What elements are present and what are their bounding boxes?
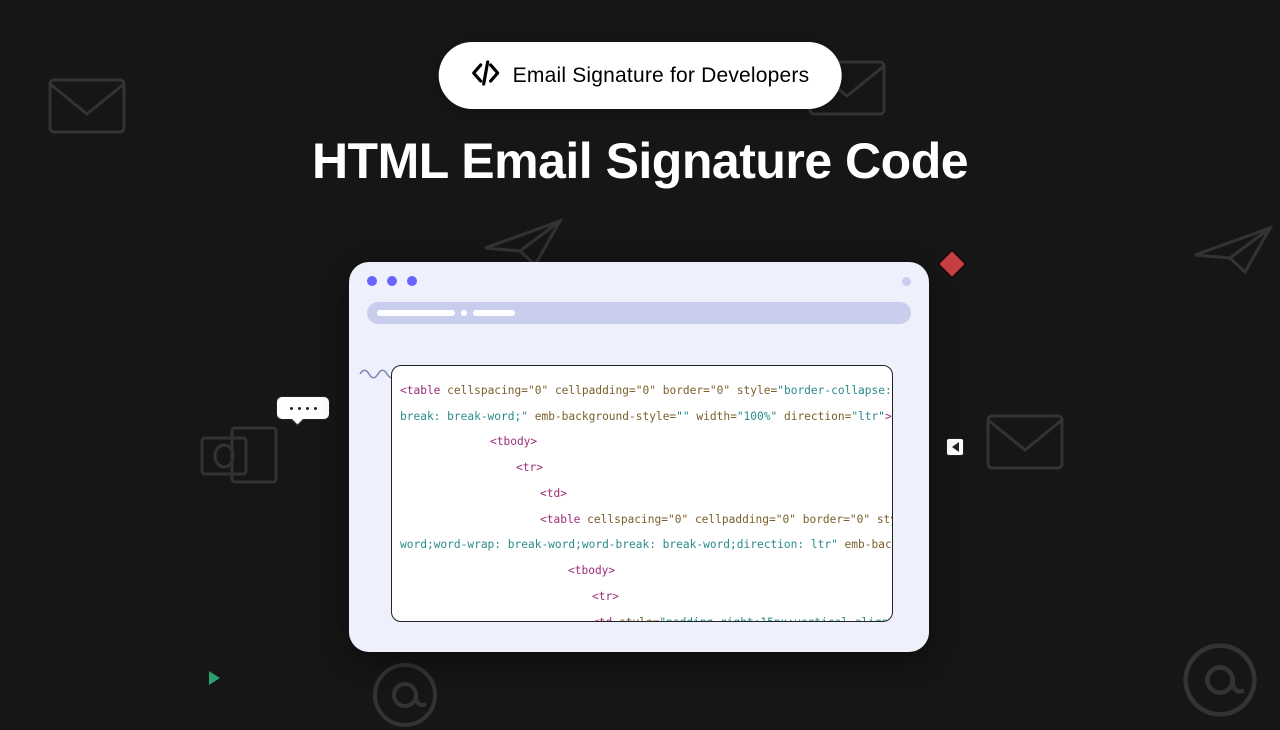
header-pill: Email Signature for Developers [439,42,842,109]
code-line-10: <td style="padding-right:15px;vertical-a… [400,617,884,622]
bg-envelope-1 [48,78,126,134]
code-line-6: <table cellspacing="0" cellpadding="0" b… [400,514,884,527]
bg-at-1 [370,660,440,730]
code-icon [471,58,501,93]
code-line-7: word;word-wrap: break-word;word-break: b… [400,539,884,552]
code-line-9: <tr> [400,591,884,604]
code-panel: <table cellspacing="0" cellpadding="0" b… [391,365,893,622]
traffic-dot-3 [407,276,417,286]
code-line-2: break: break-word;" emb-background-style… [400,411,884,424]
code-line-8: <tbody> [400,565,884,578]
code-line-3: <tbody> [400,436,884,449]
bg-outlook-1 [200,420,280,490]
header-pill-text: Email Signature for Developers [513,64,810,88]
code-line-1: <table cellspacing="0" cellpadding="0" b… [400,385,884,398]
address-seg-dot [461,310,467,316]
traffic-lights [367,276,911,286]
accent-play-badge [946,438,964,456]
bg-paperplane-2 [1190,220,1280,280]
code-line-4: <tr> [400,462,884,475]
accent-diamond [938,250,966,278]
address-seg-2 [473,310,515,316]
browser-window: <table cellspacing="0" cellpadding="0" b… [349,262,929,652]
accent-triangle-green [209,671,220,685]
bg-at-2 [1180,640,1260,720]
bg-envelope-3 [986,414,1064,470]
traffic-dot-1 [367,276,377,286]
address-seg-1 [377,310,455,316]
code-line-5: <td> [400,488,884,501]
browser-titlebar [349,262,929,324]
traffic-dot-right [902,277,911,286]
page-headline: HTML Email Signature Code [312,132,968,190]
accent-typing-bubble [276,396,330,420]
address-bar [367,302,911,324]
traffic-dot-2 [387,276,397,286]
